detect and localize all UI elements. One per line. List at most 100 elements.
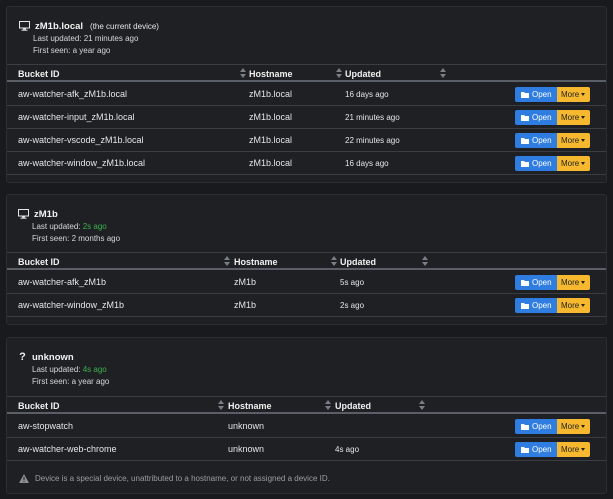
table-row: aw-watcher-afk_zM1b.local zM1b.local 16 …	[7, 83, 606, 106]
folder-open-icon	[521, 302, 529, 309]
open-button[interactable]: Open	[515, 87, 557, 102]
more-button[interactable]: More	[557, 87, 590, 102]
footnote-text: Device is a special device, unattributed…	[35, 474, 330, 483]
open-button[interactable]: Open	[515, 298, 557, 313]
device-card-zm1b-local: zM1b.local (the current device) Last upd…	[6, 6, 607, 183]
hostname: zM1b.local	[249, 89, 293, 99]
sort-icon[interactable]	[325, 400, 331, 410]
device-card-zm1b: zM1b Last updated: 2s ago First seen: 2 …	[6, 194, 607, 325]
warning-icon	[19, 474, 29, 483]
last-updated: Last updated: 4s ago	[32, 365, 107, 374]
sort-icon[interactable]	[218, 400, 224, 410]
column-hostname[interactable]: Hostname	[228, 401, 272, 411]
column-updated[interactable]: Updated	[345, 69, 381, 79]
hostname: zM1b	[234, 277, 257, 287]
monitor-icon	[18, 209, 29, 219]
table-header: Bucket ID Hostname Updated	[7, 252, 606, 270]
caret-down-icon	[581, 448, 586, 452]
table-row: aw-watcher-window_zM1b.local zM1b.local …	[7, 152, 606, 175]
table-row: aw-watcher-input_zM1b.local zM1b.local 2…	[7, 106, 606, 129]
monitor-icon	[19, 21, 30, 31]
more-button[interactable]: More	[557, 275, 590, 290]
updated: 4s ago	[335, 445, 360, 454]
caret-down-icon	[581, 281, 586, 285]
column-updated[interactable]: Updated	[335, 401, 371, 411]
column-updated[interactable]: Updated	[340, 257, 376, 267]
column-bucket-id[interactable]: Bucket ID	[18, 69, 60, 79]
last-updated: Last updated: 2s ago	[32, 222, 107, 231]
updated: 22 minutes ago	[345, 136, 400, 145]
updated: 2s ago	[340, 301, 365, 310]
table-header: Bucket ID Hostname Updated	[7, 64, 606, 82]
footnote: Device is a special device, unattributed…	[19, 474, 330, 483]
column-hostname[interactable]: Hostname	[234, 257, 278, 267]
bucket-id: aw-watcher-afk_zM1b	[18, 277, 107, 287]
hostname: unknown	[228, 421, 265, 431]
more-button[interactable]: More	[557, 110, 590, 125]
more-button[interactable]: More	[557, 442, 590, 457]
folder-open-icon	[521, 446, 529, 453]
bucket-id: aw-watcher-input_zM1b.local	[18, 112, 135, 122]
sort-icon[interactable]	[331, 256, 337, 266]
sort-icon[interactable]	[440, 68, 446, 78]
updated: 16 days ago	[345, 90, 389, 99]
folder-open-icon	[521, 423, 529, 430]
hostname: zM1b.local	[249, 158, 293, 168]
device-header: ? unknown Last updated: 4s ago First see…	[18, 350, 109, 388]
open-button[interactable]: Open	[515, 442, 557, 457]
table-row: aw-stopwatch unknown Open More	[7, 415, 606, 438]
hostname: zM1b	[234, 300, 257, 310]
column-hostname[interactable]: Hostname	[249, 69, 293, 79]
updated: 16 days ago	[345, 159, 389, 168]
first-seen: First seen: a year ago	[33, 46, 111, 55]
folder-open-icon	[521, 91, 529, 98]
open-button[interactable]: Open	[515, 133, 557, 148]
more-button[interactable]: More	[557, 298, 590, 313]
first-seen: First seen: a year ago	[32, 377, 110, 386]
caret-down-icon	[581, 116, 586, 120]
table-header: Bucket ID Hostname Updated	[7, 396, 606, 414]
sort-icon[interactable]	[240, 68, 246, 78]
hostname: zM1b.local	[249, 135, 293, 145]
column-bucket-id[interactable]: Bucket ID	[18, 257, 60, 267]
device-note: (the current device)	[90, 21, 159, 31]
device-header: zM1b.local (the current device) Last upd…	[19, 19, 159, 57]
sort-icon[interactable]	[422, 256, 428, 266]
more-button[interactable]: More	[557, 156, 590, 171]
table-row: aw-watcher-web-chrome unknown 4s ago Ope…	[7, 438, 606, 461]
folder-open-icon	[521, 279, 529, 286]
caret-down-icon	[581, 139, 586, 143]
open-button[interactable]: Open	[515, 110, 557, 125]
open-button[interactable]: Open	[515, 419, 557, 434]
first-seen: First seen: 2 months ago	[32, 234, 121, 243]
bucket-id: aw-stopwatch	[18, 421, 74, 431]
caret-down-icon	[581, 162, 586, 166]
hostname: unknown	[228, 444, 265, 454]
bucket-id: aw-watcher-vscode_zM1b.local	[18, 135, 144, 145]
sort-icon[interactable]	[419, 400, 425, 410]
updated: 21 minutes ago	[345, 113, 400, 122]
device-name: zM1b.local	[35, 20, 84, 32]
bucket-id: aw-watcher-window_zM1b.local	[18, 158, 146, 168]
sort-icon[interactable]	[224, 256, 230, 266]
device-name: zM1b	[34, 208, 58, 220]
bucket-id: aw-watcher-web-chrome	[18, 444, 117, 454]
open-button[interactable]: Open	[515, 275, 557, 290]
folder-open-icon	[521, 160, 529, 167]
column-bucket-id[interactable]: Bucket ID	[18, 401, 60, 411]
caret-down-icon	[581, 93, 586, 97]
more-button[interactable]: More	[557, 133, 590, 148]
last-updated: Last updated: 21 minutes ago	[33, 34, 139, 43]
more-button[interactable]: More	[557, 419, 590, 434]
hostname: zM1b.local	[249, 112, 293, 122]
device-card-unknown: ? unknown Last updated: 4s ago First see…	[6, 337, 607, 494]
folder-open-icon	[521, 114, 529, 121]
table-row: aw-watcher-window_zM1b zM1b 2s ago Open …	[7, 294, 606, 317]
open-button[interactable]: Open	[515, 156, 557, 171]
device-header: zM1b Last updated: 2s ago First seen: 2 …	[18, 207, 120, 245]
table-row: aw-watcher-afk_zM1b zM1b 5s ago Open Mor…	[7, 271, 606, 294]
sort-icon[interactable]	[336, 68, 342, 78]
updated: 5s ago	[340, 278, 365, 287]
bucket-id: aw-watcher-afk_zM1b.local	[18, 89, 128, 99]
caret-down-icon	[581, 425, 586, 429]
